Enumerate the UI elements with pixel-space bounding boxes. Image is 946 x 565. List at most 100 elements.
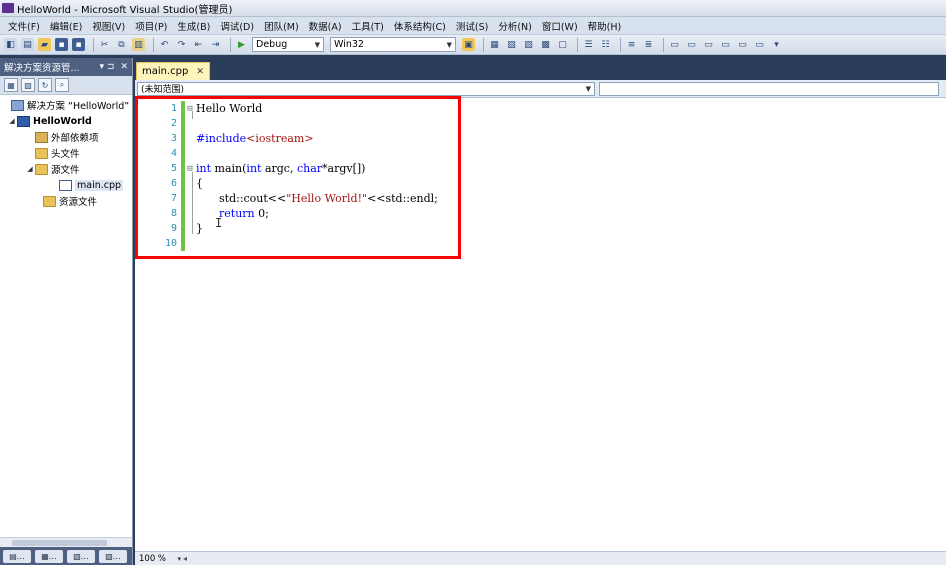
close-icon[interactable]: ✕ — [120, 62, 128, 72]
tree-item-project[interactable]: ◢ HelloWorld — [0, 113, 132, 129]
toolbar-separator — [93, 37, 94, 52]
toolbar-separator — [230, 37, 231, 52]
solution-explorer-icon[interactable]: ▦ — [488, 38, 501, 51]
refresh-icon[interactable]: ↻ — [38, 78, 52, 92]
menu-team[interactable]: 团队(M) — [259, 19, 304, 33]
toolbar-separator — [620, 37, 621, 52]
copy-icon[interactable]: ⧉ — [115, 38, 128, 51]
start-page-icon[interactable]: ▢ — [556, 38, 569, 51]
tab-solution-explorer[interactable]: ▤… — [3, 549, 31, 563]
close-icon[interactable]: ✕ — [196, 67, 204, 77]
tab-team-explorer[interactable]: ▨… — [99, 549, 127, 563]
menu-analyze[interactable]: 分析(N) — [493, 19, 537, 33]
toolbox-icon[interactable]: ▩ — [539, 38, 552, 51]
uncomment-icon[interactable]: ☷ — [599, 38, 612, 51]
folder-icon — [35, 147, 48, 159]
properties-window-icon[interactable]: ▧ — [505, 38, 518, 51]
tab-class-view[interactable]: ▦… — [35, 549, 63, 563]
menu-test[interactable]: 测试(S) — [451, 19, 493, 33]
tree-item-resource-files[interactable]: 资源文件 — [0, 193, 132, 209]
code-line: 8 return 0; — [135, 206, 269, 221]
navigate-backward-icon[interactable]: ⇤ — [192, 38, 205, 51]
chevron-down-icon: ▼ — [585, 84, 591, 93]
bookmark-next-folder-icon[interactable]: ▭ — [736, 38, 749, 51]
menu-file[interactable]: 文件(F) — [3, 19, 45, 33]
code-editor[interactable]: 1 ⊟ Hello World 2 3 #include<iostream> 4… — [135, 96, 946, 548]
find-in-files-icon[interactable]: ▣ — [462, 38, 475, 51]
save-icon[interactable]: ▪ — [55, 38, 68, 51]
code-line: 2 — [135, 116, 196, 131]
editor-vscrollbar[interactable] — [934, 98, 946, 548]
solution-platform-select[interactable]: Win32 ▼ — [330, 37, 456, 52]
code-line: 5 ⊟ int main(int argc, char*argv[]) — [135, 161, 365, 176]
tree-item-header-files[interactable]: 头文件 — [0, 145, 132, 161]
undo-icon[interactable]: ↶ — [158, 38, 171, 51]
collapse-icon[interactable]: ⊟ — [185, 104, 195, 114]
tree-item-label: HelloWorld — [33, 115, 92, 127]
tree-item-label: 资源文件 — [59, 197, 98, 208]
toolbar-separator — [663, 37, 664, 52]
object-browser-icon[interactable]: ▨ — [522, 38, 535, 51]
tree-item-solution[interactable]: 解决方案 “HelloWorld” — [0, 97, 132, 113]
hscroll-left-icon[interactable]: ◂ — [183, 554, 187, 563]
project-icon — [17, 115, 30, 127]
pin-icon[interactable]: ▾ ⊐ — [100, 62, 115, 72]
menu-window[interactable]: 窗口(W) — [537, 19, 583, 33]
solution-explorer-hscrollbar[interactable] — [0, 537, 132, 547]
bookmark-toggle-icon[interactable]: ▭ — [668, 38, 681, 51]
outdent-icon[interactable]: ≣ — [642, 38, 655, 51]
code-text: } — [196, 222, 203, 235]
scope-select[interactable]: (未知范围) ▼ — [137, 81, 595, 96]
scrollbar-thumb[interactable] — [12, 540, 107, 546]
solution-icon — [11, 99, 24, 111]
redo-icon[interactable]: ↷ — [175, 38, 188, 51]
zoom-select[interactable]: 100 % ▾ — [137, 553, 183, 565]
fold-guide-line — [192, 172, 193, 234]
start-debugging-icon[interactable]: ▶ — [235, 38, 248, 51]
expand-arrow-icon[interactable]: ◢ — [8, 117, 16, 125]
show-all-files-icon[interactable]: ▧ — [21, 78, 35, 92]
toolbar-options-icon[interactable]: ▾ — [770, 38, 783, 51]
class-diagram-icon[interactable]: ⌕ — [55, 78, 69, 92]
navigate-forward-icon[interactable]: ⇥ — [209, 38, 222, 51]
solution-configuration-value: Debug — [256, 39, 288, 50]
line-number: 7 — [170, 193, 177, 204]
bookmark-prev-icon[interactable]: ▭ — [685, 38, 698, 51]
tab-property-manager[interactable]: ▧… — [67, 549, 95, 563]
solution-configuration-select[interactable]: Debug ▼ — [252, 37, 324, 52]
bookmark-next-icon[interactable]: ▭ — [702, 38, 715, 51]
paste-icon[interactable]: ▥ — [132, 38, 145, 51]
indent-icon[interactable]: ≡ — [625, 38, 638, 51]
menu-project[interactable]: 项目(P) — [130, 19, 172, 33]
tab-main-cpp[interactable]: main.cpp ✕ — [136, 62, 210, 80]
cut-icon[interactable]: ✂ — [98, 38, 111, 51]
tab-label: main.cpp — [142, 66, 189, 77]
text-cursor-icon: I — [215, 216, 223, 230]
tree-item-main-cpp[interactable]: main.cpp — [0, 177, 132, 193]
menu-debug[interactable]: 调试(D) — [215, 19, 259, 33]
chevron-down-icon: ▾ — [177, 554, 181, 563]
line-number: 3 — [170, 133, 177, 144]
tree-item-label: 外部依赖项 — [51, 133, 99, 144]
tree-item-external-deps[interactable]: 外部依赖项 — [0, 129, 132, 145]
menu-data[interactable]: 数据(A) — [304, 19, 347, 33]
bookmark-prev-folder-icon[interactable]: ▭ — [719, 38, 732, 51]
open-file-icon[interactable]: ▰ — [38, 38, 51, 51]
member-select[interactable] — [599, 81, 939, 96]
properties-icon[interactable]: ▦ — [4, 78, 18, 92]
menu-tools[interactable]: 工具(T) — [347, 19, 389, 33]
menu-build[interactable]: 生成(B) — [172, 19, 215, 33]
bookmark-clear-icon[interactable]: ▭ — [753, 38, 766, 51]
collapse-icon[interactable]: ⊟ — [185, 164, 195, 174]
menu-help[interactable]: 帮助(H) — [583, 19, 627, 33]
add-item-icon[interactable]: ▤ — [21, 38, 34, 51]
new-project-icon[interactable]: ◧ — [4, 38, 17, 51]
menu-view[interactable]: 视图(V) — [87, 19, 130, 33]
expand-arrow-icon[interactable]: ◢ — [26, 165, 34, 173]
code-text: { — [196, 177, 203, 190]
menu-edit[interactable]: 编辑(E) — [45, 19, 87, 33]
tree-item-source-files[interactable]: ◢ 源文件 — [0, 161, 132, 177]
menu-architecture[interactable]: 体系结构(C) — [389, 19, 451, 33]
comment-icon[interactable]: ☰ — [582, 38, 595, 51]
save-all-icon[interactable]: ▪ — [72, 38, 85, 51]
